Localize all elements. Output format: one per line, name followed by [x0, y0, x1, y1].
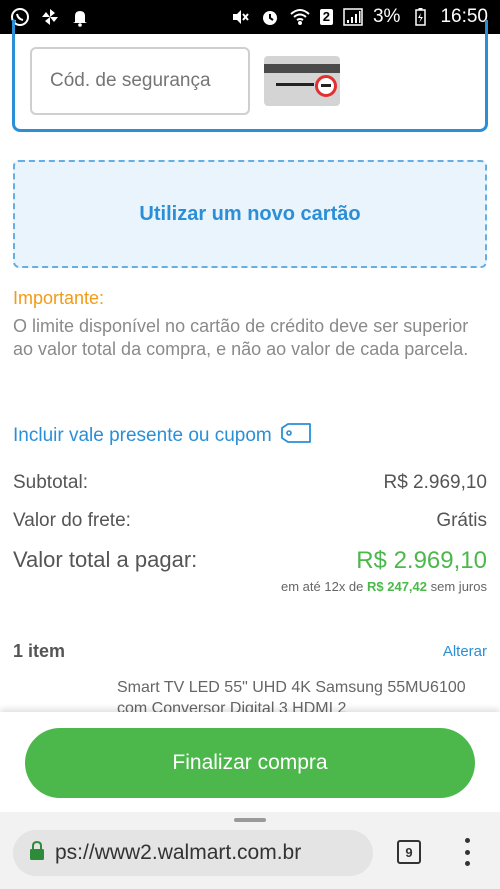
edit-items-link[interactable]: Alterar: [443, 643, 487, 660]
url-prefix: ps://: [55, 841, 95, 864]
subtotal-row: Subtotal: R$ 2.969,10: [13, 472, 487, 494]
coupon-label: Incluir vale presente ou cupom: [13, 425, 272, 446]
url-domain: www2.walmart.com.br: [94, 841, 302, 864]
finalize-purchase-button[interactable]: Finalizar compra: [25, 728, 475, 798]
installments-prefix: em até 12x de: [281, 579, 364, 594]
url-text: ps://www2.walmart.com.br: [55, 841, 301, 865]
ticket-icon: [280, 422, 312, 450]
installments-value: R$ 247,42: [367, 579, 428, 594]
lock-icon: [29, 840, 45, 866]
toolbar-handle[interactable]: [234, 818, 266, 822]
total-label: Valor total a pagar:: [13, 547, 198, 572]
shipping-row: Valor do frete: Grátis: [13, 510, 487, 532]
installments-info: em até 12x de R$ 247,42 sem juros: [281, 579, 487, 594]
overflow-menu-icon[interactable]: [459, 838, 475, 866]
important-text: O limite disponível no cartão de crédito…: [13, 316, 469, 359]
important-title: Importante:: [13, 288, 105, 308]
shipping-label: Valor do frete:: [13, 510, 131, 531]
installments-suffix: sem juros: [430, 579, 487, 594]
use-new-card-button[interactable]: Utilizar um novo cartão: [13, 160, 487, 268]
product-name: Smart TV LED 55" UHD 4K Samsung 55MU6100…: [117, 679, 466, 717]
total-row: Valor total a pagar: R$ 2.969,10: [13, 547, 487, 575]
items-count: 1 item: [13, 641, 66, 661]
total-value: R$ 2.969,10: [356, 547, 487, 574]
cvv-card-icon: [264, 56, 340, 106]
coupon-link[interactable]: Incluir vale presente ou cupom: [13, 422, 312, 450]
security-code-input[interactable]: [30, 47, 250, 115]
tab-switcher-button[interactable]: 9: [397, 840, 421, 864]
subtotal-label: Subtotal:: [13, 472, 88, 493]
subtotal-value: R$ 2.969,10: [383, 472, 487, 493]
shipping-value: Grátis: [436, 510, 487, 531]
url-bar[interactable]: ps://www2.walmart.com.br: [13, 830, 373, 876]
